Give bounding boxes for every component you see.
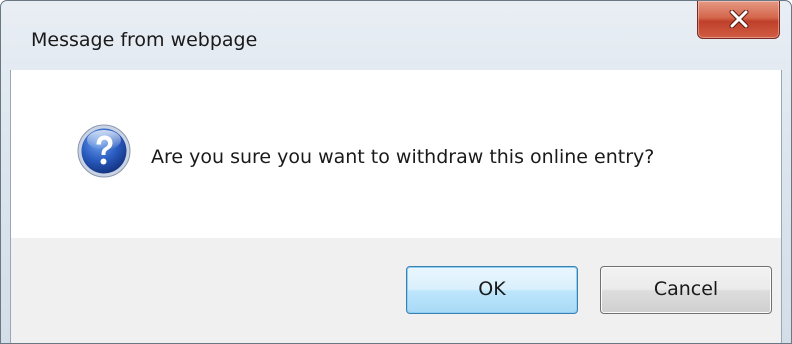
question-icon — [77, 124, 131, 178]
ok-button[interactable]: OK — [406, 266, 578, 314]
close-icon — [729, 10, 749, 28]
message-dialog: Message from webpage Are you sure you wa… — [0, 0, 792, 344]
dialog-titlebar[interactable]: Message from webpage — [1, 1, 791, 69]
dialog-message: Are you sure you want to withdraw this o… — [151, 146, 655, 168]
message-area: Are you sure you want to withdraw this o… — [11, 70, 781, 238]
dialog-body: Are you sure you want to withdraw this o… — [10, 70, 782, 343]
dialog-title: Message from webpage — [31, 29, 258, 51]
cancel-button[interactable]: Cancel — [600, 266, 772, 314]
close-button[interactable] — [697, 1, 780, 39]
